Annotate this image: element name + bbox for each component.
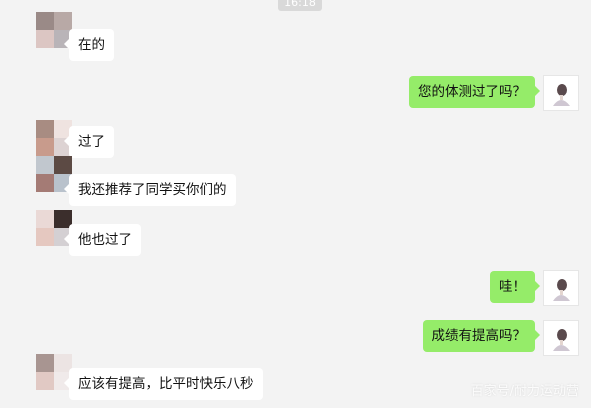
user-avatar-figure — [553, 329, 570, 351]
user-avatar[interactable] — [543, 270, 579, 306]
user-avatar[interactable] — [543, 75, 579, 111]
message-bubble-received[interactable]: 在的 — [64, 29, 114, 61]
user-avatar[interactable] — [543, 320, 579, 356]
watermark-text: 百家号/耐力运动营 — [470, 384, 579, 399]
message-bubble-received[interactable]: 应该有提高，比平时快乐八秒 — [64, 368, 263, 400]
user-avatar-figure — [553, 279, 570, 301]
message-bubble-received[interactable]: 他也过了 — [64, 224, 141, 256]
message-bubble-sent[interactable]: 成绩有提高吗？ — [422, 320, 540, 352]
user-avatar-figure — [553, 84, 570, 106]
message-bubble-received[interactable]: 过了 — [64, 126, 114, 158]
message-timestamp: 16:18 — [278, 0, 322, 11]
message-bubble-sent[interactable]: 哇！ — [490, 271, 540, 303]
message-bubble-received[interactable]: 我还推荐了同学买你们的 — [64, 174, 236, 206]
message-bubble-sent[interactable]: 您的体测过了吗？ — [409, 76, 540, 108]
